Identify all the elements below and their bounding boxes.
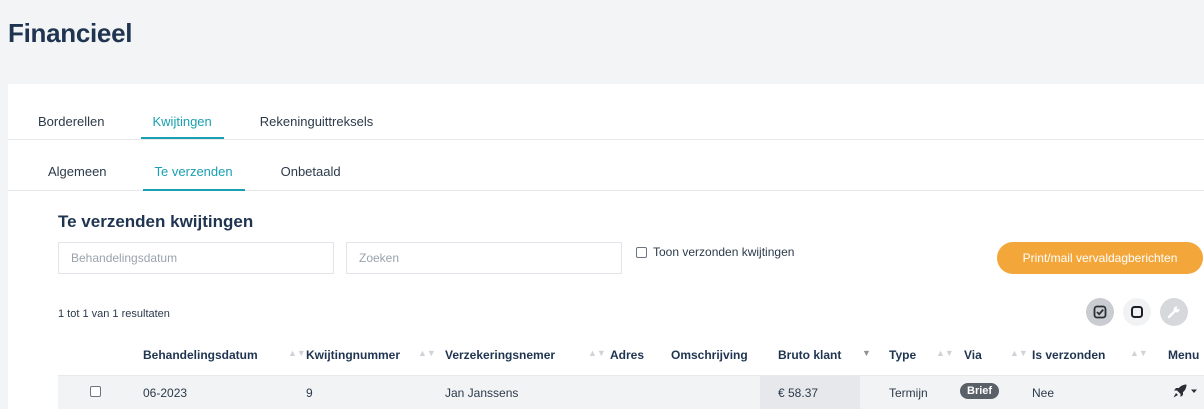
sort-icon[interactable]: ▲▼ <box>288 348 306 358</box>
page-title: Financieel <box>8 18 133 48</box>
tab-rekeninguittreksels[interactable]: Rekeninguittreksels <box>260 84 373 139</box>
sort-icon[interactable]: ▲▼ <box>418 348 436 358</box>
sort-icon[interactable]: ▲▼ <box>936 348 954 358</box>
col-verzekeringsnemer[interactable]: Verzekeringsnemer <box>445 348 555 362</box>
cell-insured: Jan Janssens <box>445 386 519 400</box>
col-menu: Menu <box>1168 348 1200 362</box>
col-type[interactable]: Type <box>889 348 916 362</box>
results-count: 1 tot 1 van 1 resultaten <box>58 308 170 320</box>
cell-sent: Nee <box>1032 386 1055 400</box>
col-omschrijving[interactable]: Omschrijving <box>671 348 748 362</box>
deselect-all-button[interactable] <box>1123 298 1151 326</box>
sub-tabs: Algemeen Te verzenden Onbetaald <box>8 152 1204 191</box>
via-badge: Brief <box>960 383 1000 399</box>
check-square-icon <box>1093 305 1107 319</box>
date-filter-input[interactable] <box>58 242 334 274</box>
col-bruto-klant[interactable]: Bruto klant <box>778 348 841 362</box>
sort-icon[interactable]: ▼ <box>862 348 871 358</box>
wrench-icon <box>1167 306 1180 319</box>
cell-type: Termijn <box>889 386 928 400</box>
col-behandelingsdatum[interactable]: Behandelingsdatum <box>143 348 258 362</box>
row-menu-button[interactable] <box>1172 383 1198 399</box>
print-mail-button[interactable]: Print/mail vervaldagberichten <box>997 242 1203 274</box>
search-input[interactable] <box>346 242 622 274</box>
square-icon <box>1131 306 1143 318</box>
table-row[interactable]: 06-2023 9 Jan Janssens € 58.37 Termijn B… <box>58 376 1204 409</box>
sort-icon[interactable]: ▲▼ <box>1010 348 1028 358</box>
tab-borderellen[interactable]: Borderellen <box>38 84 105 139</box>
tab-algemeen[interactable]: Algemeen <box>48 152 107 190</box>
main-tabs: Borderellen Kwijtingen Rekeninguittrekse… <box>8 84 1204 140</box>
sort-icon[interactable]: ▲▼ <box>1130 348 1148 358</box>
rocket-icon <box>1173 384 1187 398</box>
cell-number: 9 <box>306 386 313 400</box>
content-card: Borderellen Kwijtingen Rekeninguittrekse… <box>8 84 1204 409</box>
select-all-button[interactable] <box>1086 298 1114 326</box>
col-adres[interactable]: Adres <box>610 348 644 362</box>
cell-date: 06-2023 <box>143 386 188 400</box>
tools-button[interactable] <box>1160 298 1188 326</box>
show-sent-checkbox[interactable] <box>636 246 647 258</box>
col-is-verzonden[interactable]: Is verzonden <box>1032 348 1105 362</box>
sort-icon[interactable]: ▲▼ <box>588 348 606 358</box>
row-checkbox[interactable] <box>90 386 101 397</box>
col-via[interactable]: Via <box>964 348 982 362</box>
cell-gross: € 58.37 <box>778 386 819 400</box>
tab-onbetaald[interactable]: Onbetaald <box>281 152 341 190</box>
show-sent-toggle[interactable]: Toon verzonden kwijtingen <box>636 245 794 259</box>
tab-kwijtingen[interactable]: Kwijtingen <box>140 84 225 139</box>
show-sent-label: Toon verzonden kwijtingen <box>653 245 795 259</box>
col-kwijtingnummer[interactable]: Kwijtingnummer <box>306 348 400 362</box>
table-header: Behandelingsdatum ▲▼ Kwijtingnummer ▲▼ V… <box>58 344 1204 376</box>
caret-down-icon <box>1191 389 1197 393</box>
section-title: Te verzenden kwijtingen <box>58 212 254 231</box>
tab-te-verzenden[interactable]: Te verzenden <box>142 152 245 191</box>
